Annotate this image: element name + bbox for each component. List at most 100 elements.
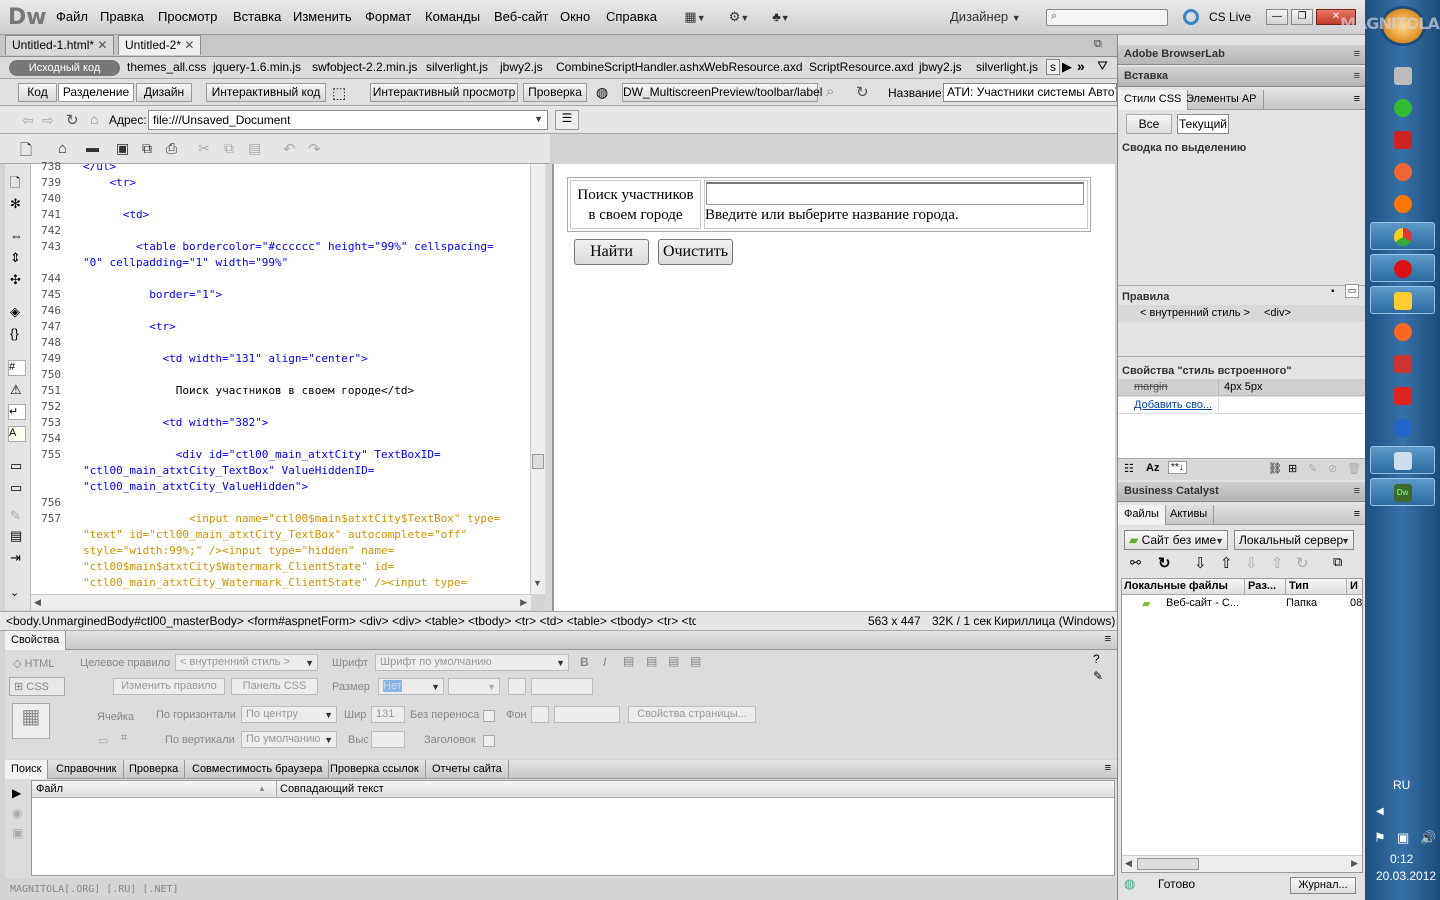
code-line[interactable]: <td width="131" align="center">: [83, 352, 367, 365]
refresh-icon[interactable]: ↻: [1158, 554, 1171, 572]
save-report-icon[interactable]: ▣: [12, 826, 23, 840]
close-icon[interactable]: ✕: [97, 38, 107, 52]
panel-menu-icon[interactable]: ≡: [1354, 485, 1360, 497]
connect-icon[interactable]: ⚯: [1130, 555, 1141, 571]
check-out-icon[interactable]: ⇩: [1245, 554, 1258, 572]
panel-menu-icon[interactable]: ≡: [1354, 70, 1360, 82]
scroll-right-icon[interactable]: ▶: [1351, 858, 1358, 869]
align-right-icon[interactable]: ▤: [668, 654, 679, 668]
city-input[interactable]: [706, 182, 1084, 205]
address-input[interactable]: file:///Unsaved_Document ▼: [148, 110, 548, 130]
code-line[interactable]: <td width="382">: [83, 416, 268, 429]
related-file[interactable]: CombineScriptHandler.ashx: [556, 60, 705, 74]
taskbar-app-active[interactable]: [1370, 446, 1435, 474]
open-documents-icon[interactable]: 🗋: [10, 174, 20, 196]
filter-icon[interactable]: ⛛: [1097, 58, 1108, 74]
chevron-down-icon[interactable]: ▼: [324, 735, 333, 745]
files-horizontal-scrollbar[interactable]: ◀ ▶: [1122, 855, 1362, 872]
align-left-icon[interactable]: ▤: [623, 654, 634, 668]
current-mode-button[interactable]: Текущий: [1177, 114, 1229, 134]
page-properties-button[interactable]: Свойства страницы...: [628, 706, 756, 723]
word-wrap-icon[interactable]: ↵: [8, 404, 26, 420]
panel-menu-icon[interactable]: ≡: [1354, 48, 1360, 60]
taskbar-app[interactable]: [1370, 382, 1435, 410]
chevron-down-icon[interactable]: ▼: [556, 658, 565, 668]
code-line[interactable]: "ctl00$main$atxtCity$Watermark_ClientSta…: [83, 560, 394, 573]
code-line[interactable]: <tr>: [83, 320, 176, 333]
indent-icon[interactable]: ⇥: [10, 550, 21, 566]
scroll-thumb[interactable]: [532, 454, 544, 469]
preview-globe-icon[interactable]: ◍: [596, 84, 608, 101]
target-rule-select[interactable]: < внутренний стиль > ▼: [175, 654, 318, 671]
taskbar-app-active[interactable]: [1370, 286, 1435, 314]
undo-icon[interactable]: ↶: [283, 140, 296, 158]
check-in-icon[interactable]: ⇧: [1271, 554, 1284, 572]
align-justify-icon[interactable]: ▤: [690, 654, 701, 668]
code-line[interactable]: <input name="ctl00$main$atxtCity$TextBox…: [83, 512, 500, 525]
bold-icon[interactable]: B: [580, 655, 589, 669]
code-line[interactable]: "ctl00_main_atxtCity_TextBox" ValueHidde…: [83, 464, 374, 477]
expand-panel-icon[interactable]: ⧉: [1333, 554, 1342, 570]
split-divider[interactable]: [545, 164, 552, 611]
select-parent-tag-icon[interactable]: ◈: [10, 304, 20, 320]
bg-color-input[interactable]: [554, 706, 620, 723]
chevron-down-icon[interactable]: ▼: [1215, 536, 1224, 546]
category-view-icon[interactable]: ☷: [1124, 462, 1134, 475]
tab-search[interactable]: Поиск: [5, 760, 49, 779]
paste-icon[interactable]: ▤: [248, 140, 261, 157]
menu-insert[interactable]: Вставка: [233, 9, 281, 24]
related-file[interactable]: ScriptResource.axd: [809, 60, 914, 74]
insert-header[interactable]: Вставка ≡: [1118, 67, 1366, 87]
set-properties-icon[interactable]: **↓: [1168, 461, 1187, 474]
more-files-icon[interactable]: »: [1077, 58, 1085, 74]
wrap-tag-icon[interactable]: ✎: [10, 508, 21, 524]
chevron-down-icon[interactable]: ▼: [534, 114, 543, 124]
browse-bridge-icon[interactable]: ▬: [86, 140, 99, 155]
code-line[interactable]: "0" cellpadding="1" width="99%": [83, 256, 288, 269]
collapse-tag-icon[interactable]: ⇔: [10, 228, 23, 243]
play-icon[interactable]: ▶: [12, 786, 21, 800]
show-cascade-icon[interactable]: ▪: [1331, 286, 1335, 297]
collapse-selection-icon[interactable]: ⇕: [10, 250, 21, 266]
col-type[interactable]: Тип: [1289, 580, 1309, 592]
browserlab-header[interactable]: Adobe BrowserLab ≡: [1118, 45, 1366, 65]
tab-assets[interactable]: Активы: [1164, 505, 1215, 525]
redo-icon[interactable]: ↷: [308, 140, 321, 158]
code-line[interactable]: style="width:99%;" /><input type="hidden…: [83, 544, 394, 557]
taskbar-app[interactable]: [1370, 190, 1435, 218]
chevron-down-icon[interactable]: ▼: [324, 710, 333, 720]
code-line[interactable]: "ctl00_main_atxtCity_ValueHidden">: [83, 480, 308, 493]
delete-icon[interactable]: 🗑: [1347, 462, 1361, 475]
inspect-icon[interactable]: ⬚: [332, 84, 346, 102]
scroll-thumb[interactable]: [1137, 858, 1199, 870]
menu-help[interactable]: Справка: [606, 9, 657, 24]
browser-options-icon[interactable]: ☰: [555, 110, 579, 130]
scroll-left-icon[interactable]: ◀: [34, 597, 41, 608]
scroll-left-icon[interactable]: ◀: [1125, 858, 1132, 869]
code-line[interactable]: "ctl00_main_atxtCity_Watermark_ClientSta…: [83, 576, 467, 589]
menu-commands[interactable]: Команды: [425, 9, 480, 24]
code-line[interactable]: </ul>: [83, 164, 116, 173]
language-indicator[interactable]: RU: [1393, 778, 1410, 792]
add-property-link[interactable]: Добавить сво...: [1134, 399, 1212, 411]
show-code-navigator-icon[interactable]: ✻: [10, 196, 21, 212]
code-line[interactable]: <tr>: [83, 176, 136, 189]
property-row[interactable]: margin 4px 5px: [1118, 379, 1366, 396]
minimize-button[interactable]: —: [1266, 9, 1288, 25]
quick-tag-editor-icon[interactable]: ✎: [1093, 669, 1103, 683]
edit-rule-icon[interactable]: ✎: [1308, 462, 1317, 475]
taskbar-app[interactable]: [1370, 158, 1435, 186]
network-icon[interactable]: ▣: [1397, 830, 1409, 846]
menu-window[interactable]: Окно: [560, 9, 590, 24]
log-button[interactable]: Журнал...: [1290, 877, 1356, 894]
taskbar-app[interactable]: [1370, 126, 1435, 154]
font-select[interactable]: Шрифт по умолчанию ▼: [375, 654, 569, 671]
clock-time[interactable]: 0:12: [1390, 852, 1413, 866]
vertical-select[interactable]: По умолчанию ▼: [241, 731, 337, 748]
nowrap-checkbox[interactable]: [483, 710, 495, 722]
size-unit-select[interactable]: ▼: [448, 678, 500, 695]
show-info-icon[interactable]: ▭: [1345, 284, 1359, 298]
print-icon[interactable]: ⎙: [166, 140, 177, 157]
new-rule-icon[interactable]: ⊞: [1288, 462, 1297, 475]
title-input[interactable]: АТИ: Участники системы АвтоТра: [943, 83, 1117, 102]
